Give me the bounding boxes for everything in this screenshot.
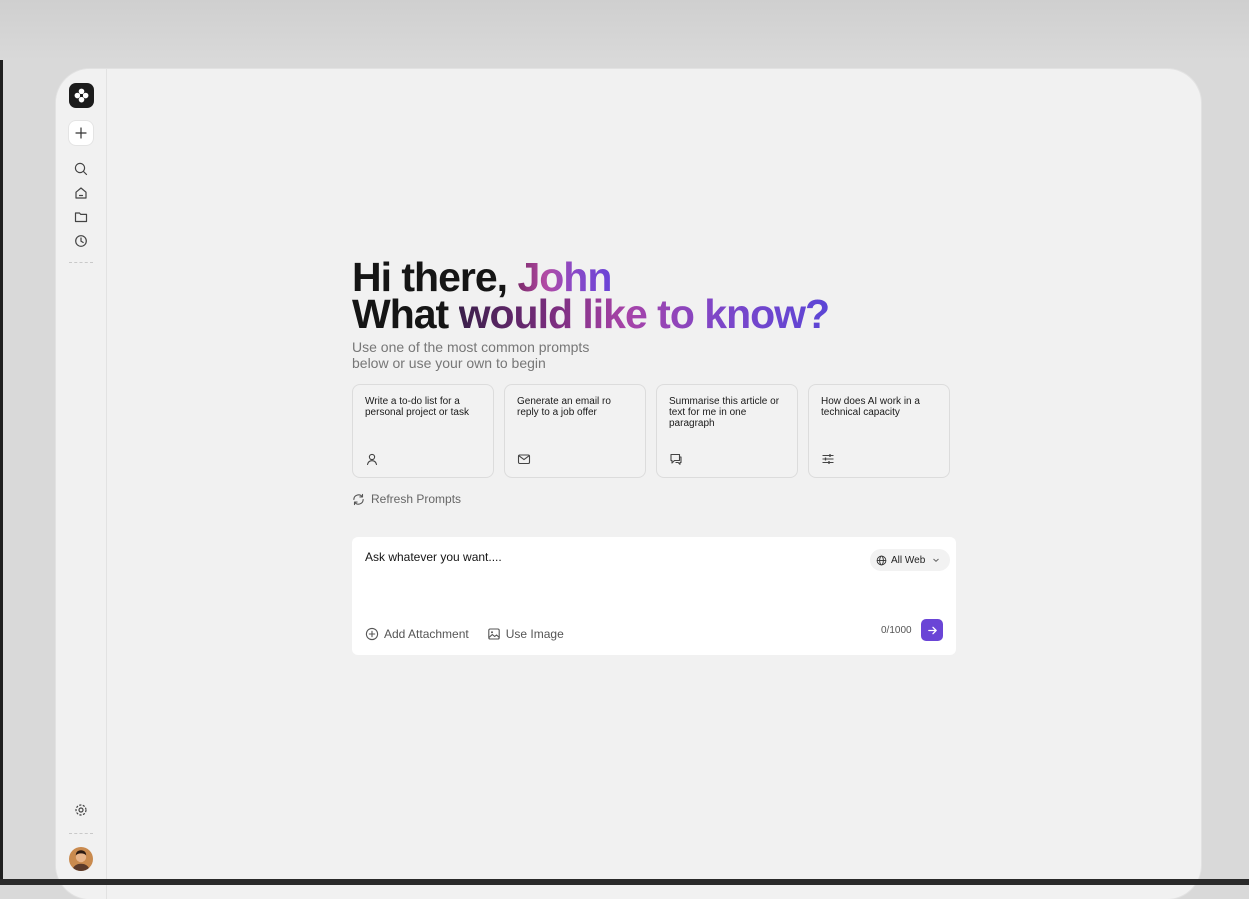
mail-icon <box>517 454 531 465</box>
prompt-card-text: Summarise this article or text for me in… <box>669 396 780 429</box>
prompt-card[interactable]: How does AI work in a technical capacity <box>808 384 950 478</box>
home-button[interactable] <box>69 181 93 205</box>
search-icon <box>74 162 88 176</box>
app-window: Hi there, John What would like to know? … <box>56 69 1201 899</box>
subtitle: Use one of the most common prompts below… <box>352 339 590 371</box>
sidebar-divider <box>69 262 93 263</box>
background-blur <box>0 0 1249 60</box>
greeting-question-start: What <box>352 291 459 337</box>
input-actions: Add Attachment Use Image <box>365 627 564 641</box>
use-image-label: Use Image <box>505 627 564 641</box>
refresh-label: Refresh Prompts <box>371 492 462 506</box>
prompt-card[interactable]: Generate an email ro reply to a job offe… <box>504 384 646 478</box>
arrow-right-icon <box>927 626 937 634</box>
background-bottom-edge <box>0 879 1249 885</box>
plus-icon <box>75 127 87 139</box>
main-content: Hi there, John What would like to know? … <box>352 257 956 655</box>
send-button[interactable] <box>921 619 943 641</box>
sidebar-divider-bottom <box>69 833 93 834</box>
search-button[interactable] <box>69 157 93 181</box>
folder-icon <box>74 212 88 223</box>
sliders-icon <box>822 454 834 464</box>
search-scope-dropdown[interactable]: All Web <box>870 549 951 571</box>
plus-circle-icon <box>365 627 379 641</box>
logo-icon[interactable] <box>69 83 94 108</box>
scope-label: All Web <box>891 554 926 566</box>
prompt-card-text: How does AI work in a technical capacity <box>821 396 920 418</box>
image-icon <box>487 628 500 640</box>
chevron-down-icon <box>933 558 940 562</box>
history-icon <box>75 235 87 247</box>
greeting-question-rest: would like to know? <box>458 291 830 337</box>
history-button[interactable] <box>69 229 93 253</box>
add-attachment-label: Add Attachment <box>384 627 469 641</box>
refresh-prompts-button[interactable]: Refresh Prompts <box>352 492 462 506</box>
gear-icon <box>75 804 87 816</box>
prompt-cards: Write a to-do list for a personal projec… <box>352 384 956 478</box>
background-edge <box>0 0 3 885</box>
prompt-input-box[interactable]: Ask whatever you want.... All Web Add At… <box>352 537 956 655</box>
prompt-card[interactable]: Summarise this article or text for me in… <box>656 384 798 478</box>
avatar[interactable] <box>69 847 93 871</box>
settings-button[interactable] <box>69 798 93 822</box>
add-attachment-button[interactable]: Add Attachment <box>365 627 469 641</box>
folder-button[interactable] <box>69 205 93 229</box>
use-image-button[interactable]: Use Image <box>487 627 564 641</box>
sidebar <box>56 69 107 899</box>
user-icon <box>366 453 378 466</box>
globe-icon <box>876 555 887 565</box>
prompt-card-text: Generate an email ro reply to a job offe… <box>517 396 611 418</box>
prompt-card-text: Write a to-do list for a personal projec… <box>365 396 469 418</box>
prompt-input[interactable]: Ask whatever you want.... <box>365 550 502 564</box>
prompt-card[interactable]: Write a to-do list for a personal projec… <box>352 384 494 478</box>
greeting-heading: Hi there, John What would like to know? <box>352 257 956 335</box>
new-chat-button[interactable] <box>69 121 93 145</box>
character-counter: 0/1000 <box>881 625 912 636</box>
home-icon <box>75 187 87 199</box>
refresh-icon <box>353 493 364 505</box>
chat-icon <box>670 453 682 465</box>
